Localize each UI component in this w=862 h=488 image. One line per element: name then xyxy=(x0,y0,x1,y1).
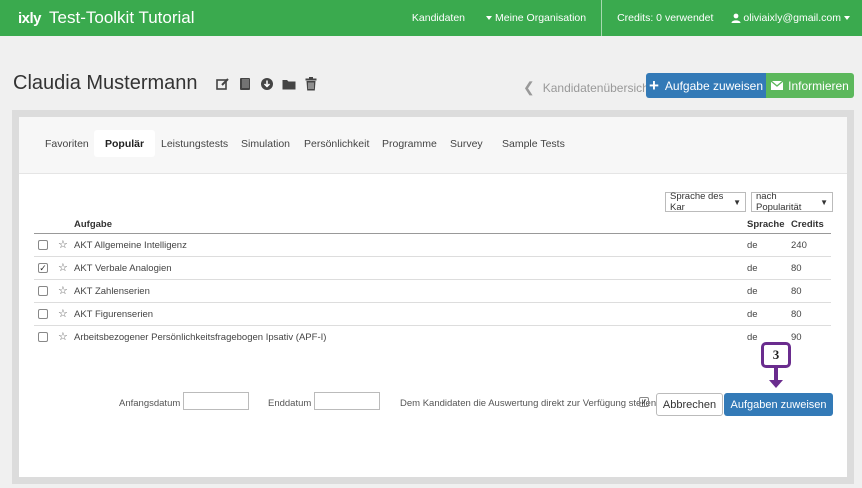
task-language: de xyxy=(747,263,758,274)
end-date-input[interactable] xyxy=(314,392,380,410)
end-date-label: Enddatum xyxy=(268,398,312,409)
back-link-label: Kandidatenübersicht xyxy=(542,80,653,95)
category-tabs: Favoriten Populär Leistungstests Simulat… xyxy=(19,117,847,174)
start-date-input[interactable] xyxy=(183,392,249,410)
row-checkbox[interactable] xyxy=(38,240,48,250)
table-row[interactable]: ☆ Arbeitsbezogener Persönlichkeitsfragebo… xyxy=(34,325,831,349)
edit-icon[interactable] xyxy=(215,77,230,91)
inform-label: Informieren xyxy=(788,78,849,93)
task-language: de xyxy=(747,332,758,343)
task-language: de xyxy=(747,240,758,251)
inform-button[interactable]: Informieren xyxy=(766,73,854,98)
app-title: Test-Toolkit Tutorial xyxy=(49,8,195,27)
tab-survey[interactable]: Survey xyxy=(450,130,483,157)
row-checkbox[interactable] xyxy=(38,286,48,296)
nav-user-label: oliviaixly@gmail.com xyxy=(743,12,841,24)
star-icon[interactable]: ☆ xyxy=(58,307,68,320)
tab-simulation[interactable]: Simulation xyxy=(241,130,290,157)
nav-organisation[interactable]: Meine Organisation xyxy=(474,0,595,36)
nav-kandidaten-label: Kandidaten xyxy=(411,12,466,24)
task-name: AKT Verbale Analogien xyxy=(74,263,172,274)
envelope-icon xyxy=(771,81,784,90)
plus-icon: + xyxy=(648,75,659,95)
tab-favoriten[interactable]: Favoriten xyxy=(45,130,89,157)
task-name: AKT Figurenserien xyxy=(74,309,154,320)
task-credits: 80 xyxy=(791,286,802,297)
nav-divider xyxy=(601,0,603,36)
language-select-value: Sprache des Kar xyxy=(670,191,724,213)
table-row[interactable]: ☆ AKT Figurenserien de 80 xyxy=(34,302,831,326)
star-icon[interactable]: ☆ xyxy=(58,261,68,274)
assign-task-button[interactable]: + Aufgabe zuweisen xyxy=(646,73,766,98)
assign-tasks-button[interactable]: Aufgaben zuweisen xyxy=(724,393,833,416)
back-to-candidates-link[interactable]: ❮ Kandidatenübersicht xyxy=(523,79,652,96)
task-language: de xyxy=(747,309,758,320)
task-name: AKT Allgemeine Intelligenz xyxy=(74,240,187,251)
task-credits: 90 xyxy=(791,332,802,343)
star-icon[interactable]: ☆ xyxy=(58,238,68,251)
tab-persoenlichkeit[interactable]: Persönlichkeit xyxy=(304,130,369,157)
table-row[interactable]: ☆ AKT Zahlenserien de 80 xyxy=(34,279,831,303)
ixly-logo: ixly xyxy=(18,9,42,27)
row-checkbox[interactable] xyxy=(38,332,48,342)
sort-select-value: nach Popularität xyxy=(756,191,802,213)
folder-icon[interactable] xyxy=(282,77,296,91)
nav-kandidaten[interactable]: Kandidaten xyxy=(403,0,474,36)
nav-credits[interactable]: Credits: 0 verwendet xyxy=(608,0,722,36)
nav-credits-label: Credits: 0 verwendet xyxy=(617,12,714,24)
book-icon[interactable] xyxy=(238,77,252,91)
start-date-label: Anfangsdatum xyxy=(119,398,181,409)
page-header: Claudia Mustermann xyxy=(13,72,318,95)
share-results-label: Dem Kandidaten die Auswertung direkt zur… xyxy=(400,398,657,409)
trash-icon[interactable] xyxy=(304,76,318,91)
task-name: AKT Zahlenserien xyxy=(74,286,150,297)
language-select[interactable]: Sprache des Kar ▼ xyxy=(665,191,746,213)
brand[interactable]: ixly Test-Toolkit Tutorial xyxy=(18,8,195,28)
nav-user-menu[interactable]: oliviaixly@gmail.com xyxy=(722,0,862,36)
candidate-name: Claudia Mustermann xyxy=(13,72,198,94)
task-credits: 80 xyxy=(791,263,802,274)
tab-leistungstests[interactable]: Leistungstests xyxy=(161,130,228,157)
nav-organisation-label: Meine Organisation xyxy=(495,12,587,24)
task-credits: 80 xyxy=(791,309,802,320)
dropdown-arrow-icon: ▼ xyxy=(820,197,828,207)
top-navbar: ixly Test-Toolkit Tutorial Kandidaten Me… xyxy=(0,0,862,36)
chevron-left-icon: ❮ xyxy=(523,79,535,95)
tab-sample-tests[interactable]: Sample Tests xyxy=(502,130,565,157)
star-icon[interactable]: ☆ xyxy=(58,284,68,297)
task-name: Arbeitsbezogener Persönlichkeitsfragebog… xyxy=(74,332,327,343)
sort-select[interactable]: nach Popularität ▼ xyxy=(751,191,833,213)
tutorial-step-callout: 3 xyxy=(761,342,791,368)
table-row[interactable]: ✓ ☆ AKT Verbale Analogien de 80 xyxy=(34,256,831,280)
row-checkbox[interactable] xyxy=(38,309,48,319)
user-icon xyxy=(731,13,741,23)
assign-task-label: Aufgabe zuweisen xyxy=(664,78,763,93)
tutorial-arrow-head xyxy=(769,380,783,388)
cancel-button[interactable]: Abbrechen xyxy=(656,393,723,416)
table-row[interactable]: ☆ AKT Allgemeine Intelligenz de 240 xyxy=(34,233,831,257)
assign-panel-wrapper: Favoriten Populär Leistungstests Simulat… xyxy=(12,110,854,484)
task-credits: 240 xyxy=(791,240,807,251)
candidate-toolbar xyxy=(208,76,318,91)
caret-down-icon xyxy=(844,16,850,20)
column-header-language[interactable]: Sprache xyxy=(747,219,785,230)
share-results-checkbox[interactable]: ✓ xyxy=(639,397,649,407)
column-header-credits[interactable]: Credits xyxy=(791,219,824,230)
tab-populaer[interactable]: Populär xyxy=(94,130,156,157)
assign-panel: Favoriten Populär Leistungstests Simulat… xyxy=(19,117,847,477)
column-header-task[interactable]: Aufgabe xyxy=(74,219,112,230)
dropdown-arrow-icon: ▼ xyxy=(733,197,741,207)
caret-down-icon xyxy=(486,16,493,20)
download-icon[interactable] xyxy=(260,77,274,91)
row-checkbox[interactable]: ✓ xyxy=(38,263,48,273)
task-language: de xyxy=(747,286,758,297)
star-icon[interactable]: ☆ xyxy=(58,330,68,343)
tab-programme[interactable]: Programme xyxy=(382,130,437,157)
main-nav: Kandidaten Meine Organisation Credits: 0… xyxy=(403,0,862,36)
